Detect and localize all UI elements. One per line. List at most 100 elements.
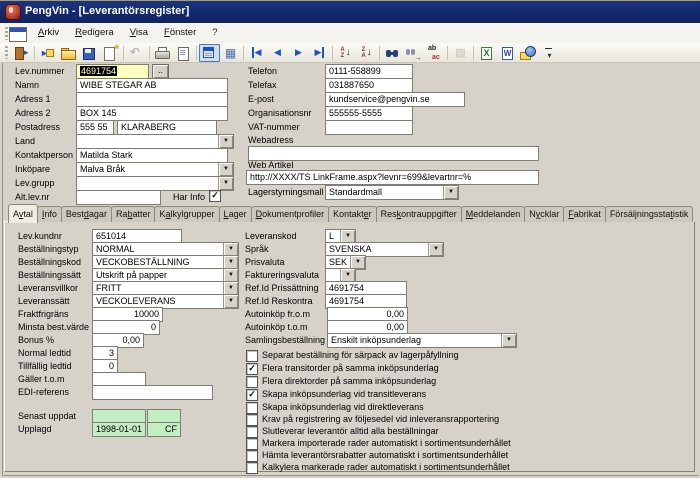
inkopare-combobox[interactable]: Malva Bråk ▼ (76, 162, 234, 177)
bestallningskod-label: Beställningskod (18, 257, 81, 268)
leveranssatt-dropdown-arrow[interactable]: ▼ (223, 295, 238, 308)
tab-forsaljningsstatistik[interactable]: Försäljningsstatistik (605, 206, 694, 222)
tab-fabrikat[interactable]: Fabrikat (563, 206, 606, 222)
tillfallig-ledtid-label: Tillfällig ledtid (18, 361, 72, 372)
inkopare-value: Malva Bråk (80, 164, 125, 174)
telefon-input[interactable]: 0111-558899 (325, 64, 413, 79)
tab-lager[interactable]: Lager (219, 206, 252, 222)
inkopare-dropdown-arrow[interactable]: ▼ (218, 163, 233, 176)
vat-nummer-input[interactable] (325, 120, 413, 135)
avtal-checkbox-skapa-inkopsunderlag-vid[interactable] (246, 402, 258, 414)
kontaktperson-label: Kontaktperson (15, 150, 73, 161)
samlingsbestallning-value: Enskilt inköpsunderlag (331, 335, 421, 345)
adress2-input[interactable]: BOX 145 (76, 106, 228, 121)
minsta-best-varde-label: Minsta best.värde (18, 322, 89, 333)
har-info-checkbox[interactable] (209, 190, 221, 202)
leverantor-form: Lev.nummer 4691754 .. Namn WIBE STEGAR A… (0, 1, 700, 478)
faktureringsvaluta-label: Faktureringsvaluta (245, 270, 319, 281)
leveransvillkor-label: Leveransvillkor (18, 283, 78, 294)
tab-avtal[interactable]: Avtal (8, 204, 38, 223)
lev-grupp-dropdown-arrow[interactable]: ▼ (218, 177, 233, 190)
autoinkop-tom-label: Autoinköp t.o.m (245, 322, 308, 333)
samlingsbestallning-combobox[interactable]: Enskilt inköpsunderlag ▼ (327, 333, 517, 348)
galler-tom-label: Gäller t.o.m (18, 374, 65, 385)
upplagd-label: Upplagd (18, 424, 52, 435)
refid-reskontra-label: Ref.Id Reskontra (245, 296, 313, 307)
telefax-label: Telefax (248, 80, 277, 91)
avtal-checkbox-skapa-inkopsunderlag-vid[interactable] (246, 389, 258, 401)
adress1-input[interactable] (76, 92, 228, 107)
samlingsbestallning-dropdown-arrow[interactable]: ▼ (501, 334, 516, 347)
webadress-label: Webadress (248, 135, 293, 146)
tab-dokumentprofiler[interactable]: Dokumentprofiler (251, 206, 330, 222)
lagerstyrningsmall-dropdown-arrow[interactable]: ▼ (443, 186, 458, 199)
lev-grupp-combobox[interactable]: ▼ (76, 176, 234, 191)
lev-nummer-value: 4691754 (80, 66, 117, 76)
avtal-checkbox-separat-bestallning-for[interactable] (246, 350, 258, 362)
normal-ledtid-label: Normal ledtid (18, 348, 71, 359)
avtal-checkbox-flera-transitorder-pa[interactable] (246, 363, 258, 375)
bestallningstyp-value: NORMAL (96, 244, 135, 254)
leveranskod-label: Leveranskod (245, 231, 297, 242)
avtal-checkbox-label: Slutleverar leverantör alltid alla bestä… (262, 426, 439, 437)
upplagd-sign-field: CF (147, 422, 181, 437)
tab-rabatter[interactable]: Rabatter (111, 206, 156, 222)
lagerstyrningsmall-value: Standardmall (329, 187, 382, 197)
leveranssatt-label: Leveranssätt (18, 296, 70, 307)
web-artikel-input[interactable]: http://XXXX/TS LinkFrame.aspx?levnr=699&… (246, 170, 539, 185)
lagerstyrningsmall-label: Lagerstyrningsmall (248, 187, 324, 198)
organisationsnr-input[interactable]: 555555-5555 (325, 106, 413, 121)
land-dropdown-arrow[interactable]: ▼ (218, 135, 233, 148)
tab-kalkylgrupper[interactable]: Kalkylgrupper (154, 206, 219, 222)
sprak-dropdown-arrow[interactable]: ▼ (428, 243, 443, 256)
bonus-label: Bonus % (18, 335, 54, 346)
avtal-checkbox-flera-direktorder-pa[interactable] (246, 376, 258, 388)
avtal-checkbox-label: Separat beställning för särpack av lager… (262, 350, 459, 361)
sprak-label: Språk (245, 244, 269, 255)
bestallningskod-value: VECKOBESTÄLLNING (96, 257, 190, 267)
client-bottom-edge (2, 475, 698, 476)
prisvaluta-value: SEK (329, 257, 347, 267)
organisationsnr-label: Organisationsnr (248, 108, 312, 119)
avtal-checkbox-label: Flera direktorder på samma inköpsunderla… (262, 376, 436, 387)
tab-meddelanden[interactable]: Meddelanden (461, 206, 526, 222)
tab-bestdagar[interactable]: Bestdagar (61, 206, 112, 222)
leveranskod-value: L (329, 231, 334, 241)
avtal-checkbox-krav-pa-registrering[interactable] (246, 414, 258, 426)
postort-input[interactable]: KLARABERG (117, 120, 217, 135)
webadress-input[interactable] (248, 146, 539, 161)
postadress-label: Postadress (15, 122, 60, 133)
lagerstyrningsmall-combobox[interactable]: Standardmall ▼ (325, 185, 459, 200)
land-combobox[interactable]: ▼ (76, 134, 234, 149)
epost-label: E-post (248, 94, 274, 105)
edi-referens-input[interactable] (92, 385, 213, 400)
avtal-checkbox-kalkylera-markerade-rader[interactable] (246, 462, 258, 474)
avtal-checkbox-hamta-leverantorsrabatter-automatiskt[interactable] (246, 450, 258, 462)
adress2-label: Adress 2 (15, 108, 51, 119)
edi-referens-label: EDI-referens (18, 387, 69, 398)
avtal-checkbox-label: Flera transitorder på samma inköpsunderl… (262, 363, 439, 374)
epost-input[interactable]: kundservice@pengvin.se (325, 92, 465, 107)
avtal-checkbox-markera-importerade-rader[interactable] (246, 438, 258, 450)
tab-info[interactable]: Info (37, 206, 62, 222)
leveransvillkor-value: FRITT (96, 283, 122, 293)
avtal-checkbox-slutleverar-leverantor-alltid[interactable] (246, 426, 258, 438)
postnummer-input[interactable]: 555 55 (76, 120, 114, 135)
tab-kontakter[interactable]: Kontakter (328, 206, 377, 222)
lev-grupp-label: Lev.grupp (15, 178, 54, 189)
upplagd-date-field: 1998-01-01 (92, 422, 146, 437)
avtal-checkbox-label: Kalkylera markerade rader automatiskt i … (262, 462, 510, 473)
telefax-input[interactable]: 031887650 (325, 78, 413, 93)
tab-reskontrauppgifter[interactable]: Reskontrauppgifter (376, 206, 462, 222)
tab-nycklar[interactable]: Nycklar (524, 206, 564, 222)
lev-nummer-input[interactable]: 4691754 (76, 64, 149, 79)
client-left-edge (2, 63, 3, 475)
lev-nummer-browse-button[interactable]: .. (152, 64, 169, 79)
prisvaluta-label: Prisvaluta (245, 257, 285, 268)
namn-input[interactable]: WIBE STEGAR AB (76, 78, 228, 93)
kontaktperson-input[interactable]: Matilda Stark (76, 148, 228, 163)
leveranssatt-value: VECKOLEVERANS (96, 296, 176, 306)
fraktfrigrans-label: Fraktfrigräns (18, 309, 69, 320)
vat-nummer-label: VAT-nummer (248, 122, 300, 133)
lev-kundnr-label: Lev.kundnr (18, 231, 62, 242)
